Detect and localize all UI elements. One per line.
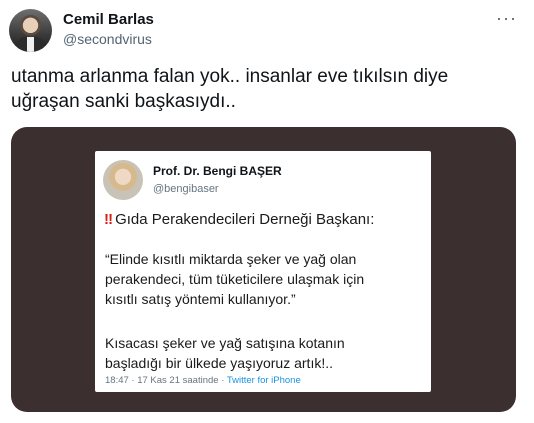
embedded-meta: 18:47 · 17 Kas 21 saatinde · Twitter for…: [105, 375, 301, 386]
embedded-source: Twitter for iPhone: [226, 375, 301, 386]
embedded-quote: “Elinde kısıtlı miktarda şeker ve yağ ol…: [105, 249, 425, 309]
more-horizontal-icon[interactable]: ···: [496, 8, 517, 29]
tweet-text-line: utanma arlanma falan yok.. insanlar eve …: [11, 66, 449, 87]
tweet-text: utanma arlanma falan yok.. insanlar eve …: [11, 64, 511, 114]
embedded-tweet-screenshot: Prof. Dr. Bengi BAŞER @bengibaser ‼ Gıda …: [95, 151, 431, 392]
quote-line: “Elinde kısıtlı miktarda şeker ve yağ ol…: [105, 251, 357, 267]
avatar-shirt: [27, 37, 34, 52]
quote-line: kısıtlı satış yöntemi kullanıyor.”: [105, 291, 296, 307]
embedded-heading: ‼ Gıda Perakendecileri Derneği Başkanı:: [104, 211, 374, 228]
embedded-author-name: Prof. Dr. Bengi BAŞER: [153, 164, 282, 178]
embedded-author-handle: @bengibaser: [153, 183, 219, 195]
author-handle[interactable]: @secondvirus: [63, 31, 152, 47]
tweet-text-line: uğraşan sanki başkasıydı..: [11, 91, 236, 112]
conclusion-line: Kısacası şeker ve yağ satışına kotanın: [105, 335, 345, 351]
embedded-conclusion: Kısacası şeker ve yağ satışına kotanın b…: [105, 333, 425, 373]
embedded-heading-text: Gıda Perakendecileri Derneği Başkanı:: [115, 211, 375, 228]
author-name[interactable]: Cemil Barlas: [63, 11, 154, 28]
author-avatar[interactable]: [9, 9, 52, 52]
quote-line: perakendeci, tüm tüketicilere ulaşmak iç…: [105, 271, 365, 287]
embedded-avatar: [103, 160, 143, 200]
tweet-media-image[interactable]: Prof. Dr. Bengi BAŞER @bengibaser ‼ Gıda …: [11, 127, 516, 412]
conclusion-line: başladığı bir ülkede yaşıyoruz artık!..: [105, 355, 333, 371]
double-exclamation-icon: ‼: [104, 211, 114, 228]
embedded-timestamp: 18:47 · 17 Kas 21 saatinde ·: [105, 375, 227, 386]
